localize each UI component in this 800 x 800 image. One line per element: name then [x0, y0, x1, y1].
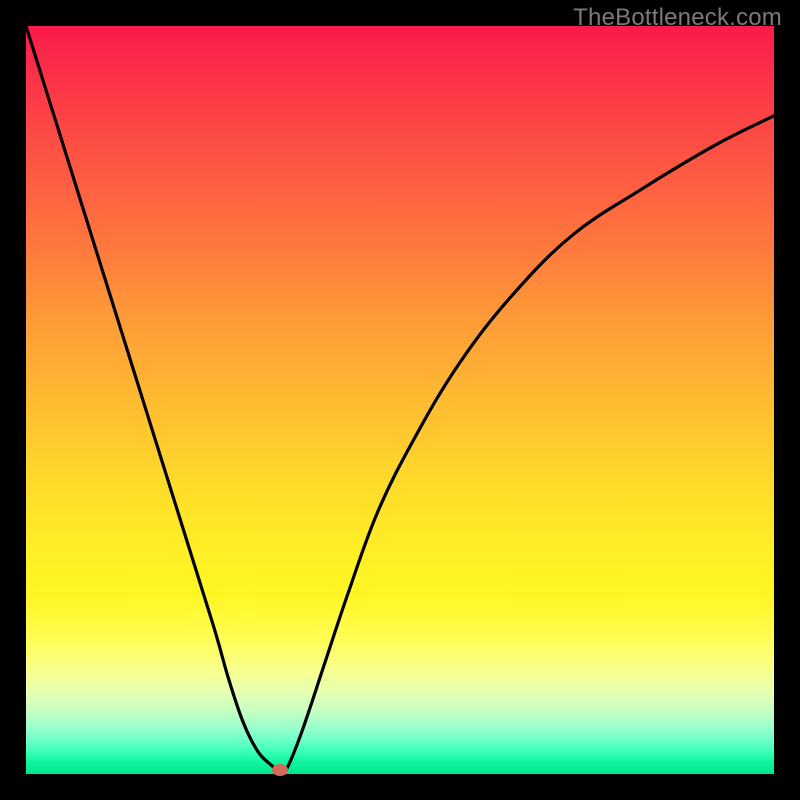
watermark-text: TheBottleneck.com [573, 4, 782, 32]
plot-area [26, 26, 774, 774]
optimal-point-marker [272, 764, 288, 776]
bottleneck-curve [26, 26, 774, 774]
chart-container: TheBottleneck.com [0, 0, 800, 800]
curve-svg [26, 26, 774, 774]
